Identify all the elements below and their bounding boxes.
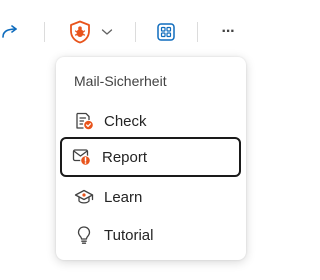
lightbulb-icon (74, 225, 94, 245)
arrow-forward-icon (2, 25, 17, 38)
menu-item-report[interactable]: Report (60, 137, 241, 177)
chevron-down-icon (101, 29, 113, 35)
apps-button[interactable] (154, 20, 178, 44)
menu-item-learn[interactable]: Learn (62, 179, 239, 215)
apps-grid-icon (157, 23, 175, 41)
mail-report-icon (72, 147, 92, 167)
graduation-cap-icon (74, 187, 94, 207)
menu-item-label: Tutorial (104, 226, 154, 244)
menu-item-label: Learn (104, 188, 143, 206)
menu-item-check[interactable]: Check (62, 103, 239, 139)
mail-security-menu: Mail-Sicherheit Check Report Learn Tutor… (56, 57, 246, 260)
ribbon-toolbar: ··· (0, 10, 260, 54)
more-options-button[interactable]: ··· (214, 20, 242, 44)
mail-security-addin-button[interactable] (62, 18, 120, 46)
toolbar-separator (135, 22, 136, 42)
menu-header: Mail-Sicherheit (74, 73, 167, 89)
shield-bug-icon (70, 20, 90, 44)
menu-item-tutorial[interactable]: Tutorial (62, 217, 239, 253)
toolbar-separator (44, 22, 45, 42)
menu-item-label: Check (104, 112, 147, 130)
menu-item-label: Report (102, 148, 148, 166)
forward-button[interactable] (0, 20, 22, 44)
more-icon: ··· (221, 23, 236, 40)
mail-check-icon (74, 111, 94, 131)
toolbar-separator (197, 22, 198, 42)
